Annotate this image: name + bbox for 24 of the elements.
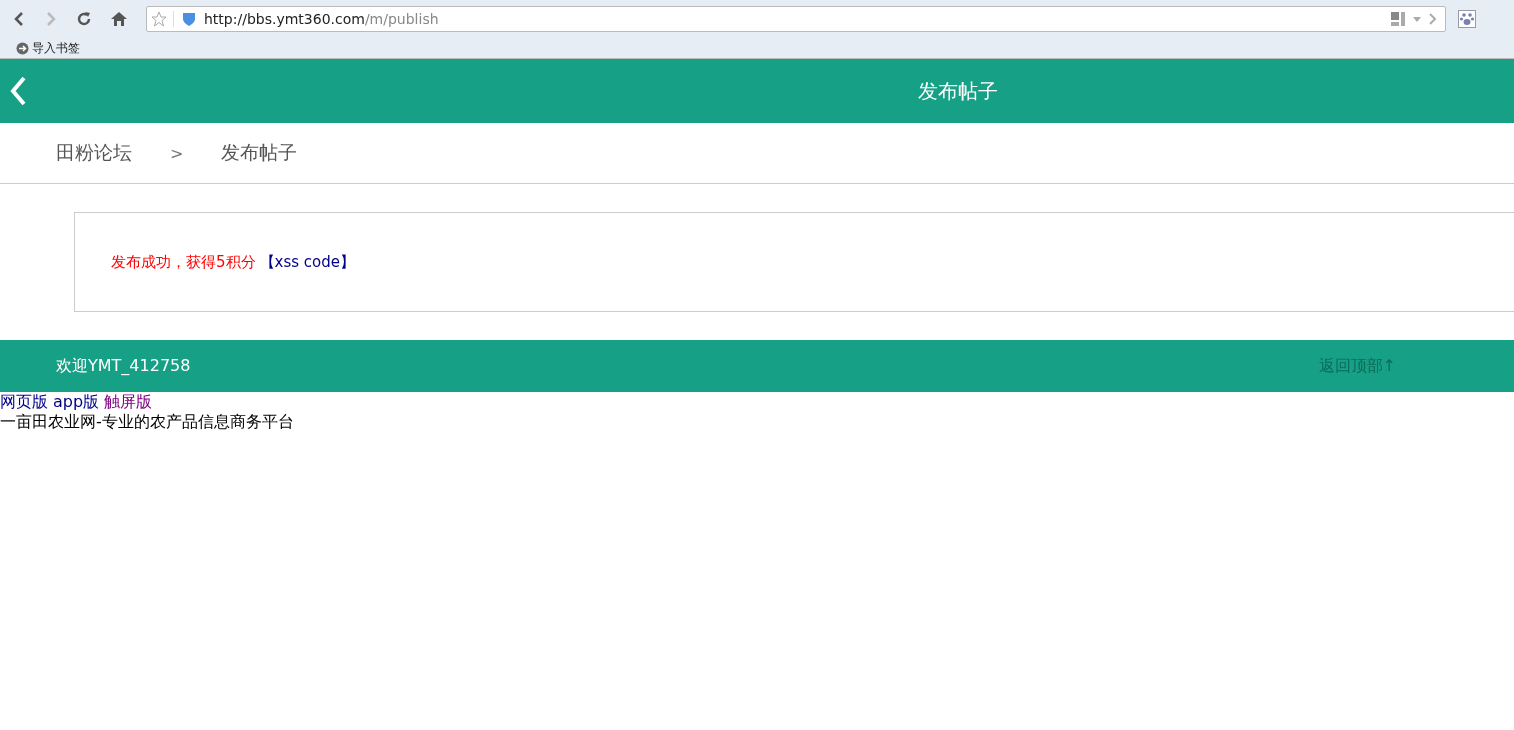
star-icon[interactable] <box>151 11 174 27</box>
qr-code-icon[interactable] <box>1391 12 1405 26</box>
version-link[interactable]: app版 <box>53 392 100 412</box>
dropdown-icon[interactable] <box>1413 16 1421 22</box>
welcome-text: 欢迎YMT_412758 <box>56 355 191 377</box>
breadcrumb-separator: > <box>170 143 184 163</box>
version-link[interactable]: 网页版 <box>0 392 48 412</box>
back-icon[interactable] <box>8 75 28 107</box>
shield-icon <box>182 11 196 27</box>
paw-icon[interactable] <box>1458 10 1476 28</box>
back-icon[interactable] <box>12 11 26 27</box>
breadcrumb-item[interactable]: 田粉论坛 <box>56 140 132 166</box>
import-bookmarks-button[interactable]: 导入书签 <box>16 39 80 57</box>
chevron-icon[interactable] <box>1429 13 1437 25</box>
arrow-circle-icon <box>16 41 29 55</box>
page-title: 发布帖子 <box>918 77 998 105</box>
site-tagline: 一亩田农业网-专业的农产品信息商务平台 <box>0 412 295 432</box>
version-link[interactable]: 触屏版 <box>104 392 153 412</box>
message-link[interactable]: 【xss code】 <box>259 252 355 272</box>
breadcrumb-item[interactable]: 发布帖子 <box>221 140 298 166</box>
success-message: 发布成功，获得5积分 <box>111 252 256 272</box>
reload-icon[interactable] <box>76 11 92 27</box>
home-icon[interactable] <box>110 11 128 27</box>
address-bar[interactable]: http://bbs.ymt360.com/m/publish <box>146 6 1446 32</box>
